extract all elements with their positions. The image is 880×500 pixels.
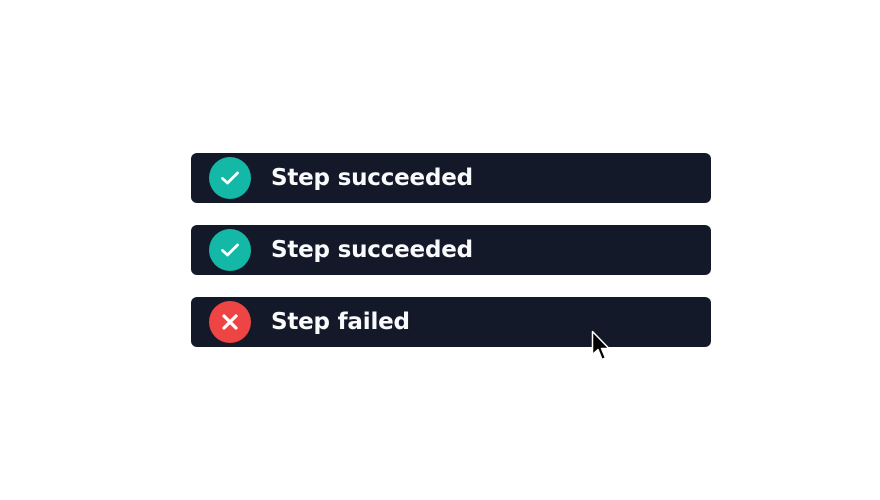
step-row-1[interactable]: Step succeeded (191, 153, 711, 203)
step-label: Step succeeded (271, 165, 473, 191)
step-row-3[interactable]: Step failed (191, 297, 711, 347)
step-list: Step succeeded Step succeeded Step faile… (191, 153, 711, 347)
x-icon (222, 314, 238, 330)
step-status-panel: Step succeeded Step succeeded Step faile… (0, 0, 880, 500)
step-label: Step succeeded (271, 237, 473, 263)
success-status-icon (209, 157, 251, 199)
step-label: Step failed (271, 309, 410, 335)
success-status-icon (209, 229, 251, 271)
check-icon (221, 243, 239, 257)
error-status-icon (209, 301, 251, 343)
check-icon (221, 171, 239, 185)
step-row-2[interactable]: Step succeeded (191, 225, 711, 275)
mouse-pointer-icon (591, 330, 610, 361)
